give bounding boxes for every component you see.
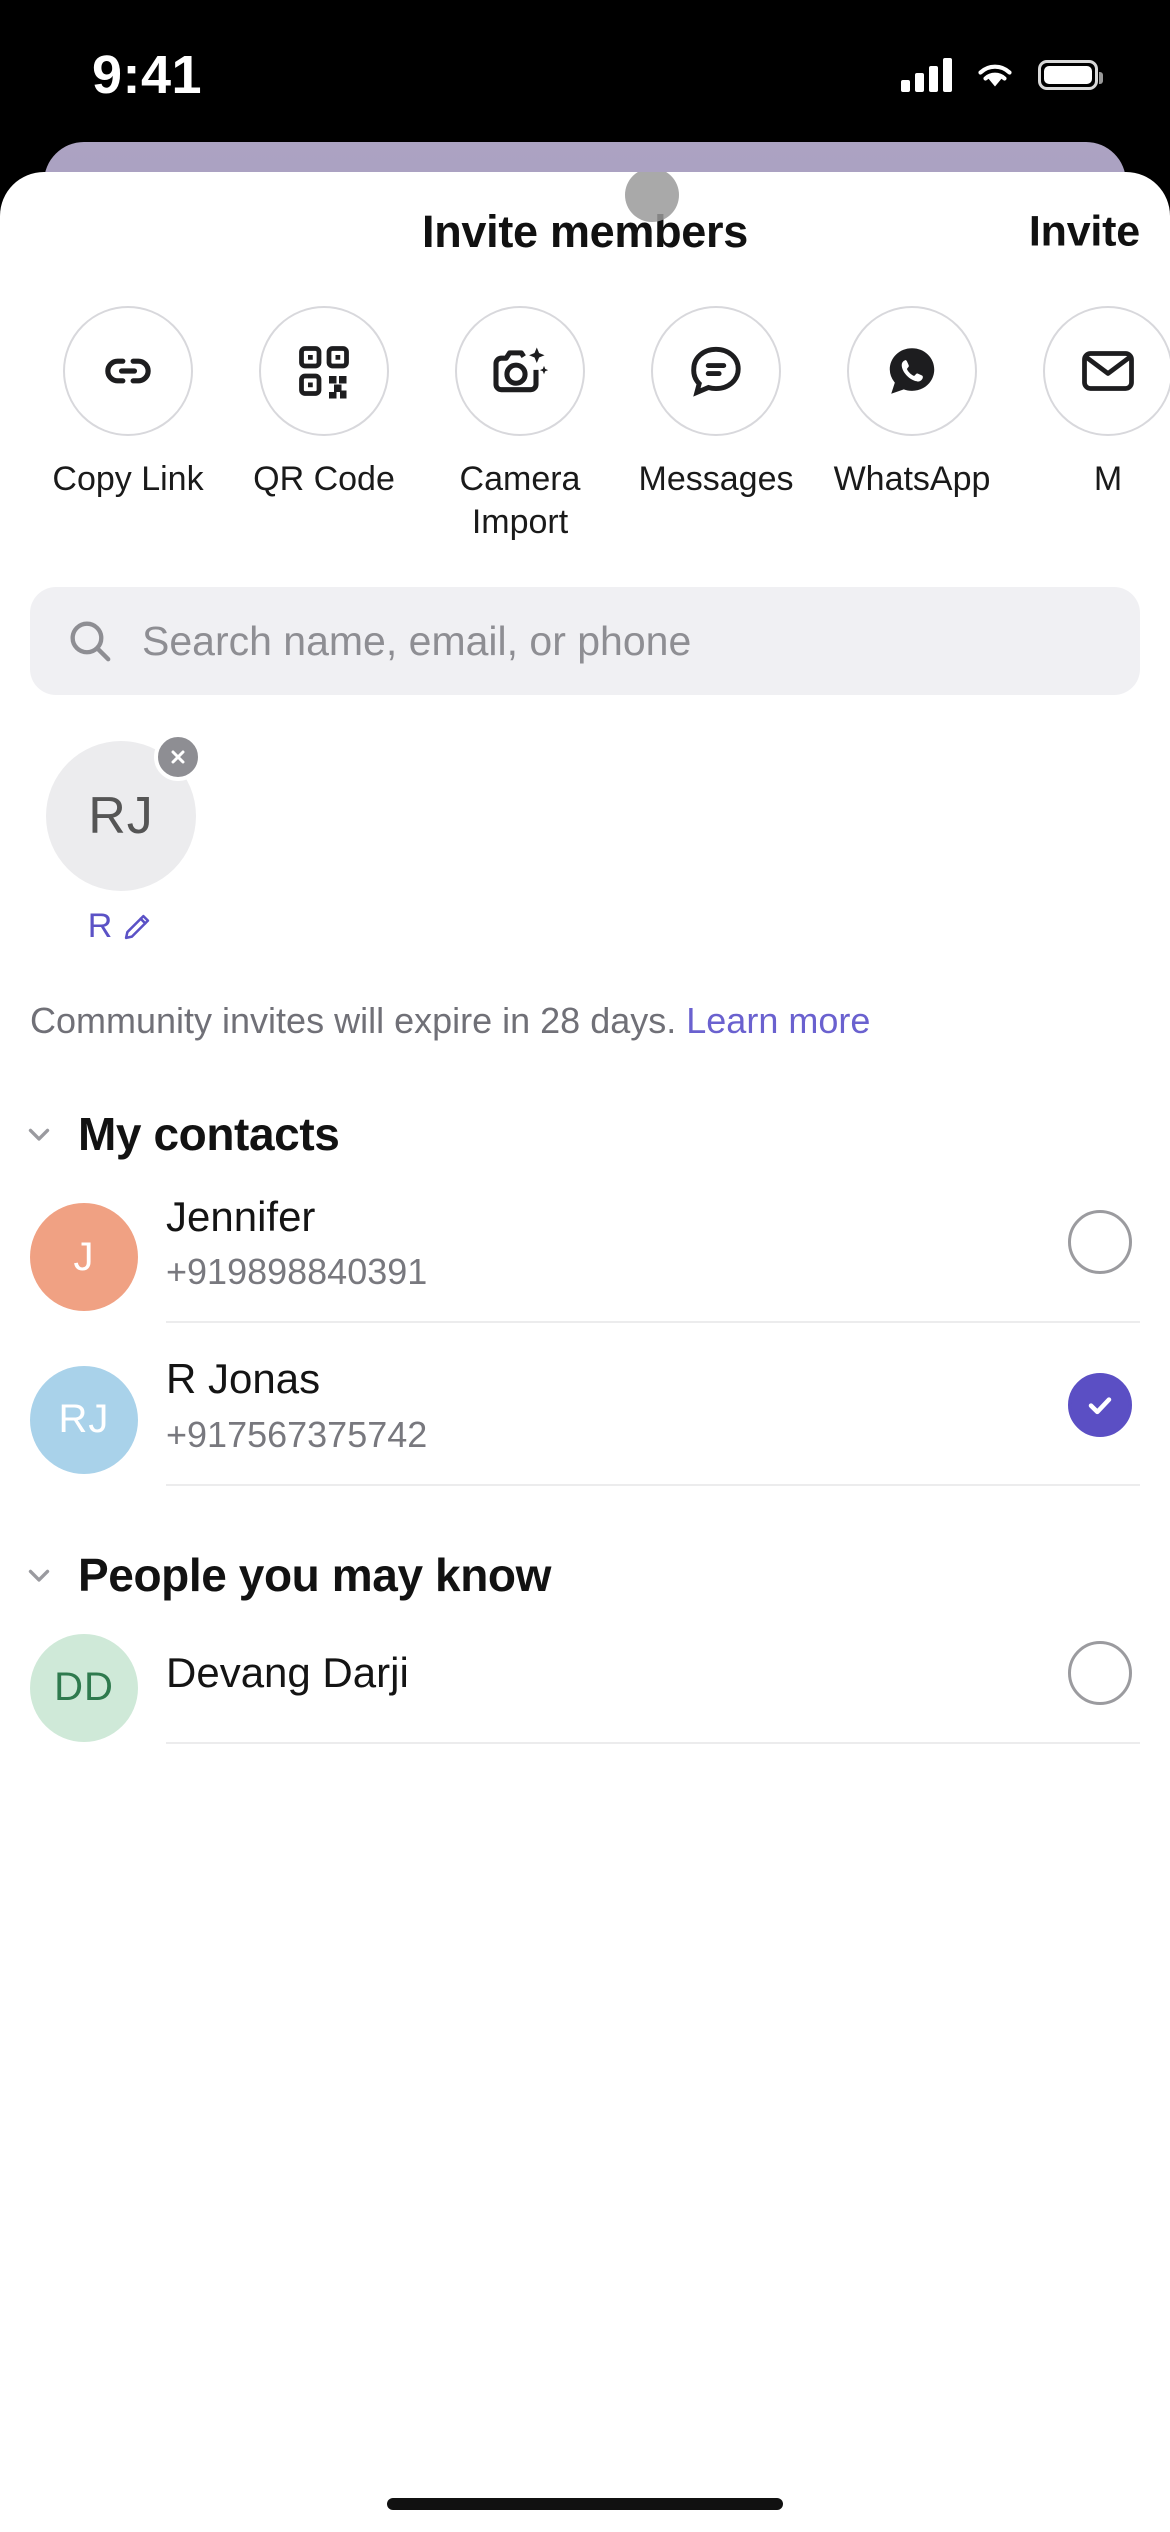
contact-text: Devang Darji xyxy=(166,1647,1068,1700)
home-indicator xyxy=(387,2498,783,2510)
status-bar: 9:41 xyxy=(0,0,1170,150)
learn-more-link[interactable]: Learn more xyxy=(686,1000,870,1041)
share-option-whatsapp[interactable]: WhatsApp xyxy=(814,306,1010,543)
contact-row-body: R Jonas +917567375742 xyxy=(166,1353,1140,1486)
search-icon xyxy=(70,621,111,662)
share-option-label: WhatsApp xyxy=(833,460,991,498)
selected-members-list: RJ R xyxy=(0,695,1170,946)
check-icon xyxy=(1088,1396,1112,1414)
selected-member-chip[interactable]: RJ R xyxy=(46,733,202,946)
table-row[interactable]: J Jennifer +919898840391 xyxy=(30,1161,1140,1324)
close-icon[interactable] xyxy=(154,733,202,781)
contact-list-people-you-may-know: DD Devang Darji xyxy=(0,1602,1170,1744)
share-option-messages[interactable]: Messages xyxy=(618,306,814,543)
share-option-label: M xyxy=(1093,460,1123,498)
invite-button[interactable]: Invite xyxy=(1029,208,1140,257)
share-option-label: QR Code xyxy=(253,460,395,498)
share-option-label: Messages xyxy=(638,460,794,498)
share-option-copy-link[interactable]: Copy Link xyxy=(30,306,226,543)
pencil-icon[interactable] xyxy=(120,910,154,944)
contact-phone: +917567375742 xyxy=(166,1413,428,1455)
search-bar[interactable] xyxy=(30,587,1140,695)
share-option-qr-code[interactable]: QR Code xyxy=(226,306,422,543)
battery-icon xyxy=(1038,60,1103,90)
chevron-down-icon[interactable] xyxy=(22,1558,56,1592)
contact-checkbox[interactable] xyxy=(1068,1640,1132,1705)
section-title: My contacts xyxy=(78,1107,340,1160)
section-title: People you may know xyxy=(78,1548,551,1601)
contact-list-my-contacts: J Jennifer +919898840391 RJ R Jonas +917… xyxy=(0,1161,1170,1486)
section-header-people-you-may-know[interactable]: People you may know xyxy=(0,1486,1170,1602)
contact-text: Jennifer +919898840391 xyxy=(166,1191,1068,1294)
avatar: DD xyxy=(30,1633,138,1742)
contact-phone: +919898840391 xyxy=(166,1251,428,1293)
chevron-down-icon[interactable] xyxy=(22,1117,56,1151)
camera-sparkle-icon xyxy=(455,306,585,436)
share-option-label: Camera Import xyxy=(459,460,581,541)
share-options-row[interactable]: Copy Link QR Code Camera Import Messages… xyxy=(0,292,1170,543)
contact-name: Devang Darji xyxy=(166,1648,409,1696)
invite-members-sheet: Invite members Invite Copy Link QR Code … xyxy=(0,172,1170,2532)
message-bubble-icon xyxy=(651,306,781,436)
cellular-bars-icon xyxy=(901,58,952,92)
expiry-note: Community invites will expire in 28 days… xyxy=(0,946,1170,1045)
search-section xyxy=(0,543,1170,695)
table-row[interactable]: RJ R Jonas +917567375742 xyxy=(30,1323,1140,1486)
avatar: J xyxy=(30,1203,138,1312)
chip-name-label: R xyxy=(87,907,113,945)
share-option-camera-import[interactable]: Camera Import xyxy=(422,306,618,543)
avatar: RJ xyxy=(30,1365,138,1474)
link-icon xyxy=(63,306,193,436)
contact-name: R Jonas xyxy=(166,1355,321,1403)
sheet-header: Invite members Invite xyxy=(0,172,1170,292)
page-title: Invite members xyxy=(422,206,748,257)
search-input[interactable] xyxy=(142,617,1106,665)
mail-icon xyxy=(1043,306,1170,436)
status-time: 9:41 xyxy=(92,45,203,105)
chip-name-row[interactable]: R xyxy=(88,907,155,946)
contact-row-body: Devang Darji xyxy=(166,1632,1140,1744)
table-row[interactable]: DD Devang Darji xyxy=(30,1602,1140,1744)
chip-avatar-wrap: RJ xyxy=(46,733,202,891)
contact-name: Jennifer xyxy=(166,1192,316,1240)
section-header-my-contacts[interactable]: My contacts xyxy=(0,1045,1170,1161)
share-option-mail[interactable]: M xyxy=(1010,306,1170,543)
contact-checkbox[interactable] xyxy=(1068,1372,1132,1437)
qr-code-icon xyxy=(259,306,389,436)
whatsapp-icon xyxy=(847,306,977,436)
share-option-label: Copy Link xyxy=(52,460,204,498)
contact-text: R Jonas +917567375742 xyxy=(166,1353,1068,1456)
wifi-icon xyxy=(978,64,1012,87)
expiry-text: Community invites will expire in 28 days… xyxy=(30,1000,677,1041)
contact-row-body: Jennifer +919898840391 xyxy=(166,1191,1140,1324)
contact-checkbox[interactable] xyxy=(1068,1210,1132,1275)
status-icons xyxy=(901,58,1103,92)
